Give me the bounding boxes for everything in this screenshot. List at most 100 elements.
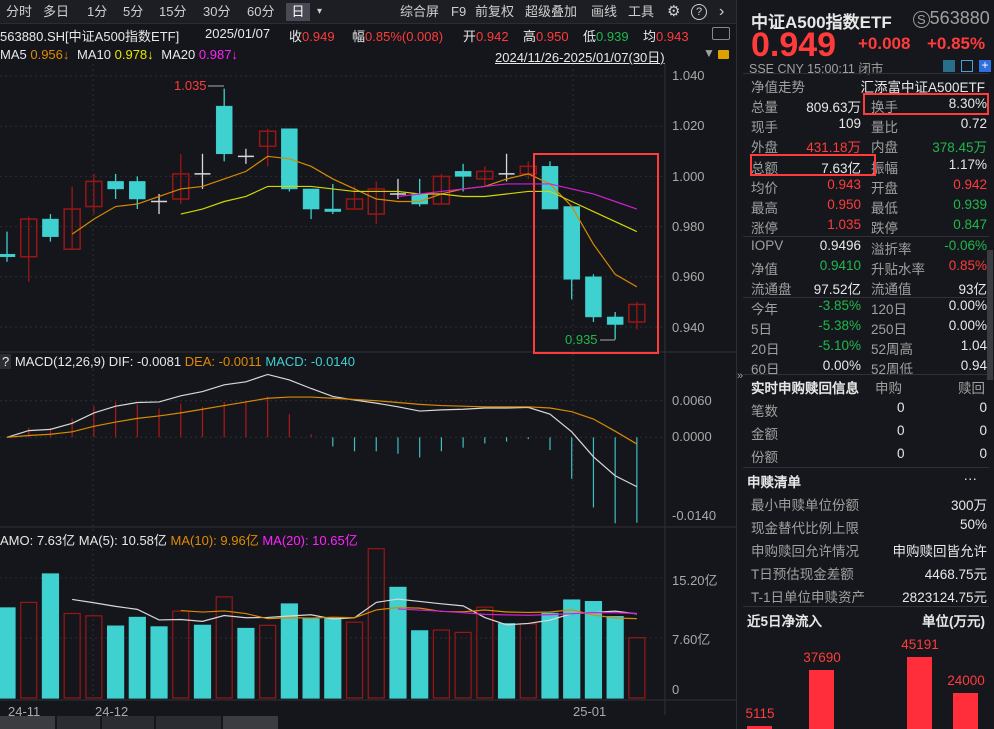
volume-bar [499, 624, 515, 698]
tab-1min[interactable]: 1分 [84, 3, 110, 21]
volume-bar [260, 625, 276, 698]
stat-value: 0.939 [953, 197, 987, 212]
dif-line [7, 374, 637, 486]
stat-value: 0.00% [949, 298, 987, 313]
candle-body [455, 171, 471, 176]
stat-label: 52周高 [871, 338, 913, 358]
stat-value: 0.00% [949, 318, 987, 333]
chevron-right-icon[interactable]: › [716, 3, 727, 21]
f9-button[interactable]: F9 [448, 3, 469, 21]
composite-screen-button[interactable]: 综合屏 [397, 3, 442, 21]
high-annotation: 1.035 [174, 78, 207, 93]
stat-value: 0.94 [961, 358, 987, 373]
tab-5min[interactable]: 5分 [120, 3, 146, 21]
macd-tick: -0.0140 [672, 508, 716, 523]
stat-row: 净值 0.9410 升贴水率 0.85% [751, 258, 987, 278]
bottom-tab[interactable] [156, 716, 221, 729]
stat-value: 0.943 [827, 177, 861, 192]
collapse-panel-icon[interactable]: » [737, 370, 743, 382]
add-icon[interactable]: + [979, 60, 991, 72]
market-status: SSE CNY 15:00:11 闭市 [749, 58, 883, 77]
overlay-button[interactable]: 超级叠加 [522, 3, 580, 21]
price-tick: 0.940 [672, 320, 705, 335]
high-field: 高0.950 [523, 26, 569, 45]
macd-tick: 0.0000 [672, 429, 712, 444]
period-dropdown-icon[interactable]: ▾ [314, 3, 325, 21]
inflow-bar [809, 670, 834, 729]
tab-multiday[interactable]: 多日 [40, 3, 72, 21]
volume-bar [477, 607, 493, 698]
inflow-header: 近5日净流入单位(万元) [751, 610, 987, 630]
stat-value: 1.17% [949, 157, 987, 172]
candle-body [108, 181, 124, 189]
close-value: 0.949 [302, 29, 335, 44]
gear-icon[interactable]: ⚙ [664, 3, 683, 21]
stat-label: 20日 [751, 338, 780, 358]
highlight-box-decline [533, 153, 659, 354]
list-header: 申赎清单··· [751, 471, 987, 491]
refresh-icon[interactable]: S [913, 11, 930, 28]
price-tick: 0.960 [672, 269, 705, 284]
volume-bar [629, 638, 645, 698]
bottom-tab[interactable] [102, 716, 154, 729]
ma-legend: MA5 0.956↓ MA10 0.978↓ MA20 0.987↓ [0, 47, 238, 62]
bottom-tab[interactable] [223, 716, 278, 729]
ma5-label: MA5 [0, 47, 27, 62]
stat-row: 今年 -3.85% 120日 0.00% [751, 298, 987, 318]
alert-icon[interactable] [961, 60, 973, 72]
range-dropdown-icon[interactable]: ▼ [703, 46, 715, 60]
tab-15min[interactable]: 15分 [156, 3, 189, 21]
tab-60min[interactable]: 60分 [244, 3, 277, 21]
draw-button[interactable]: 画线 [588, 3, 620, 21]
stat-value: 378.45万 [932, 136, 987, 156]
tab-daily[interactable]: 日 [286, 3, 310, 21]
ma5-value: 0.956↓ [30, 47, 69, 62]
realtime-header: 实时申购赎回信息申购赎回 [751, 377, 987, 397]
subscribe-value: 0 [897, 423, 905, 438]
open-field: 开0.942 [463, 26, 509, 45]
price-tick: 1.040 [672, 68, 705, 83]
tools-button[interactable]: 工具 [625, 3, 657, 21]
stat-value: 1.04 [961, 338, 987, 353]
bottom-tab[interactable] [0, 716, 55, 729]
stat-label: 现手 [751, 116, 778, 136]
stat-row: 涨停 1.035 跌停 0.847 [751, 217, 987, 237]
redeem-col: 赎回 [958, 377, 985, 397]
stat-label: 均价 [751, 177, 778, 197]
candle-body [129, 181, 145, 199]
list-value: 4468.75元 [925, 563, 987, 583]
list-label: T-1日单位申赎资产 [751, 586, 865, 606]
volume-bar [0, 608, 15, 698]
help-icon[interactable]: ? [691, 4, 707, 20]
stat-label: 内盘 [871, 136, 898, 156]
monitor-icon[interactable] [712, 27, 730, 40]
volume-bar [390, 587, 406, 698]
volume-bar [42, 574, 58, 698]
stat-label: 净值 [751, 258, 778, 278]
security-code-panel: S563880 [913, 8, 990, 29]
macd-legend: ? MACD(12,26,9) DIF: -0.0081 DEA: -0.001… [0, 354, 355, 369]
stat-label: 总量 [751, 96, 778, 116]
high-label: 高 [523, 29, 536, 44]
list-label: 现金替代比例上限 [751, 517, 859, 537]
panel-scrollbar[interactable] [987, 250, 993, 380]
inflow-label: 24000 [945, 673, 987, 688]
more-icon[interactable]: ··· [964, 471, 978, 486]
stat-value: 93亿 [958, 278, 987, 298]
stat-label: 外盘 [751, 136, 778, 156]
amo-ma5: MA(5): 10.58亿 [79, 533, 167, 548]
candle-body [0, 254, 15, 257]
edit-icon[interactable] [943, 60, 955, 72]
forward-adjust-button[interactable]: 前复权 [472, 3, 517, 21]
macd-help-icon[interactable]: ? [0, 354, 11, 369]
tab-30min[interactable]: 30分 [200, 3, 233, 21]
date-range-selector[interactable]: 2024/11/26-2025/01/07(30日) [495, 47, 665, 66]
dea-value: DEA: -0.0011 [185, 354, 262, 369]
tab-intraday[interactable]: 分时 [3, 3, 35, 21]
lock-icon[interactable] [718, 50, 729, 59]
bottom-tab[interactable] [57, 716, 100, 729]
volume-bar [129, 617, 145, 698]
volume-bar [542, 613, 558, 698]
volume-tick: 15.20亿 [672, 570, 718, 589]
stat-label: 5日 [751, 318, 772, 338]
